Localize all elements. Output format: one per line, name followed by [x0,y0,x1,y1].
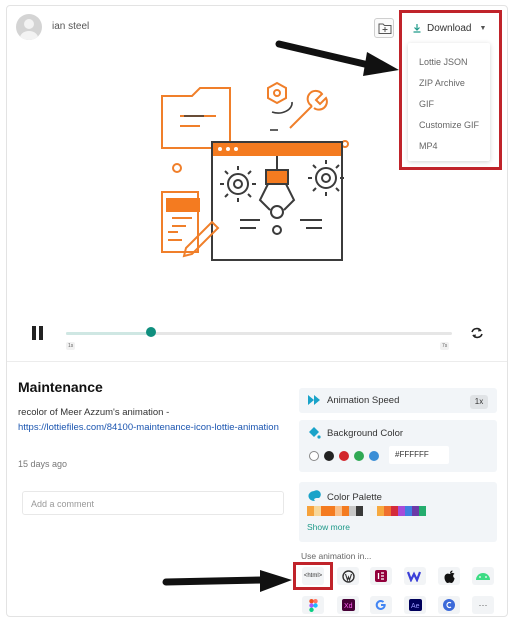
download-icon [413,24,421,33]
folder-plus-icon [378,23,392,34]
palette-color-1 [370,506,377,516]
figma-icon[interactable] [302,596,324,614]
speed-value[interactable]: 1x [470,395,488,409]
palette-color-4 [328,506,335,516]
chevron-down-icon: ▼ [479,24,487,32]
google-icon[interactable] [370,596,392,614]
background-color-label: Background Color [327,428,404,439]
loop-icon[interactable] [470,326,484,340]
canva-icon[interactable] [438,596,460,614]
menu-item-gif[interactable]: GIF [419,99,434,109]
menu-item-mp4[interactable]: MP4 [419,141,438,151]
palette-color-7 [412,506,419,516]
divider [7,361,507,362]
color-palette-label: Color Palette [327,492,382,503]
android-icon[interactable] [472,567,494,585]
palette-color-4 [391,506,398,516]
seek-track[interactable] [66,332,452,335]
palette-option-1[interactable] [307,506,363,516]
palette-color-2 [377,506,384,516]
maintenance-illustration [161,81,349,261]
color-palette-panel: Color Palette Show more [299,482,497,542]
animation-description: recolor of Meer Azzum's animation - http… [18,405,288,435]
palette-icon [308,490,321,502]
bg-color-red[interactable] [339,451,349,461]
after-effects-icon[interactable]: Ae [404,596,426,614]
seek-track-progress [66,332,151,335]
palette-color-2 [314,506,321,516]
palette-color-8 [356,506,363,516]
show-more-link[interactable]: Show more [307,522,350,532]
avatar[interactable] [16,14,42,40]
username[interactable]: ian steel [52,21,89,32]
background-color-panel: Background Color #FFFFFF [299,420,497,472]
bg-color-black[interactable] [324,451,334,461]
posted-time: 15 days ago [18,459,68,469]
more-apps-button[interactable]: ··· [472,596,494,614]
download-button[interactable]: Download ▼ [412,19,486,37]
menu-item-lottie-json[interactable]: Lottie JSON [419,57,468,67]
palette-color-1 [307,506,314,516]
menu-item-customize-gif[interactable]: Customize GIF [419,120,479,130]
pause-button[interactable] [32,326,44,340]
description-text: recolor of Meer Azzum's animation - [18,407,170,418]
seek-thumb[interactable] [145,327,156,337]
add-to-folder-button[interactable] [374,18,394,38]
palette-color-6 [405,506,412,516]
bg-color-white[interactable] [309,451,319,461]
speed-label: Animation Speed [327,395,400,406]
palette-color-3 [321,506,328,516]
elementor-icon[interactable] [370,567,392,585]
palette-color-7 [349,506,356,516]
wordpress-icon[interactable] [337,567,359,585]
palette-color-3 [384,506,391,516]
animation-speed-panel[interactable]: Animation Speed 1x [299,388,497,413]
comment-input[interactable]: Add a comment [22,491,284,515]
palette-color-8 [419,506,426,516]
annotation-arrow-html [162,570,292,592]
svg-text:Ae: Ae [411,603,420,610]
paint-bucket-icon [309,427,321,439]
end-time-label: 7s [440,342,450,350]
use-animation-label: Use animation in... [301,551,372,561]
menu-item-zip-archive[interactable]: ZIP Archive [419,78,465,88]
adobe-xd-icon[interactable]: Xd [337,596,359,614]
palette-option-2[interactable] [370,506,426,516]
palette-color-6 [342,506,349,516]
html-highlight-box [293,562,333,590]
source-link[interactable]: https://lottiefiles.com/84100-maintenanc… [18,422,279,433]
animation-title: Maintenance [18,379,103,395]
svg-text:Xd: Xd [344,603,353,610]
download-menu: Lottie JSON ZIP Archive GIF Customize GI… [408,43,490,161]
bg-color-green[interactable] [354,451,364,461]
webflow-icon[interactable] [404,567,426,585]
apple-icon[interactable] [438,567,460,585]
palette-color-5 [335,506,342,516]
fast-forward-icon [308,395,320,405]
palette-color-5 [398,506,405,516]
bg-color-blue[interactable] [369,451,379,461]
bg-color-hex-input[interactable]: #FFFFFF [389,446,449,464]
start-time-label: 1s [66,342,76,350]
download-label: Download [427,22,472,34]
